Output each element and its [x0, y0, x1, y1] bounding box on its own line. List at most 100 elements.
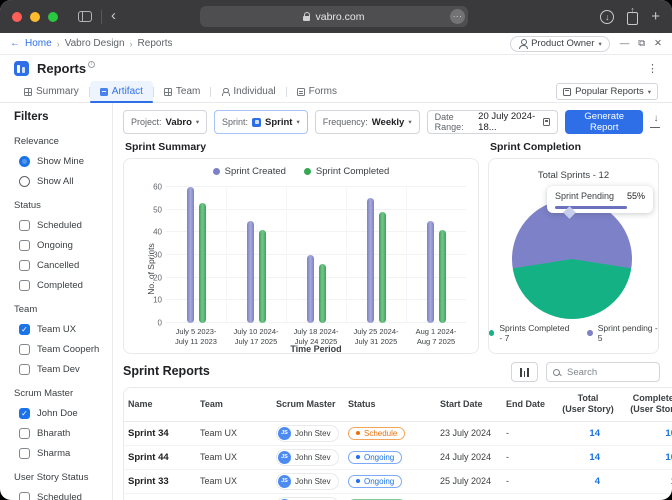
report-controls: Project: Vabro ▾ Sprint: Sprint ▾ Freque…: [123, 110, 660, 134]
tab-artifact[interactable]: Artifact: [90, 81, 153, 102]
checkbox-unchecked[interactable]: [19, 492, 30, 500]
checkbox-checked[interactable]: ✓: [19, 408, 30, 419]
bar-sprint-created[interactable]: [187, 187, 194, 323]
checkbox-unchecked[interactable]: [19, 428, 30, 439]
popular-reports-dropdown[interactable]: Popular Reports ▾: [556, 83, 658, 100]
filter-option-sharma[interactable]: Sharma: [14, 448, 106, 459]
pie-graphic[interactable]: [512, 199, 632, 319]
y-tick: 20: [153, 273, 162, 282]
restore-icon[interactable]: ⧉: [638, 38, 645, 49]
filter-option-show-mine[interactable]: Show Mine: [14, 156, 106, 167]
table-row[interactable]: Sprint 44Team UXJSJohn StevOngoing24 Jul…: [124, 445, 672, 469]
cell-total-user-story[interactable]: 38: [558, 493, 618, 500]
filter-option-label: John Doe: [37, 408, 78, 419]
legend-item: Sprint Created: [213, 166, 286, 177]
filter-option-ongoing[interactable]: Ongoing: [14, 240, 106, 251]
zoom-window-icon[interactable]: [48, 12, 58, 22]
checkbox-unchecked[interactable]: [19, 260, 30, 271]
checkbox-unchecked[interactable]: [19, 344, 30, 355]
radio-unchecked[interactable]: [19, 176, 30, 187]
filter-option-team-cooperh[interactable]: Team Cooperh: [14, 344, 106, 355]
scrum-master-chip[interactable]: JSJohn Stev: [276, 449, 339, 466]
downloads-icon[interactable]: ↓: [600, 10, 614, 24]
search-box[interactable]: [546, 362, 660, 382]
filter-option-bharath[interactable]: Bharath: [14, 428, 106, 439]
back-arrow-icon[interactable]: ←: [10, 38, 20, 49]
new-tab-icon[interactable]: +: [651, 9, 660, 24]
breadcrumb-home[interactable]: Home: [25, 38, 52, 49]
checkbox-unchecked[interactable]: [19, 240, 30, 251]
cell-completed-user-story[interactable]: 10: [618, 445, 672, 469]
bar-sprint-completed[interactable]: [259, 230, 266, 323]
bar-sprint-created[interactable]: [307, 255, 314, 323]
table-row[interactable]: Sprint 34Team UXJSJohn StevSchedule23 Ju…: [124, 421, 672, 445]
frequency-dropdown[interactable]: Frequency: Weekly ▾: [315, 110, 420, 134]
sprint-dropdown[interactable]: Sprint: Sprint ▾: [214, 110, 308, 134]
bar-sprint-completed[interactable]: [199, 203, 206, 323]
bar-sprint-completed[interactable]: [439, 230, 446, 323]
scrum-master-chip[interactable]: JSJohn Stev: [276, 497, 339, 500]
filter-option-scheduled[interactable]: Scheduled: [14, 492, 106, 500]
filter-option-show-all[interactable]: Show All: [14, 176, 106, 187]
filter-option-john-doe[interactable]: ✓ John Doe: [14, 408, 106, 419]
columns-settings-icon[interactable]: [511, 362, 538, 382]
bar-sprint-completed[interactable]: [319, 264, 326, 323]
tab-team[interactable]: Team: [154, 81, 210, 102]
close-window-icon[interactable]: [12, 12, 22, 22]
date-range-picker[interactable]: Date Range: 20 July 2024- 18...: [427, 110, 558, 134]
minimize-window-icon[interactable]: [30, 12, 40, 22]
cell-completed-user-story[interactable]: 30: [618, 493, 672, 500]
filter-option-completed[interactable]: Completed: [14, 280, 106, 291]
cell-total-user-story[interactable]: 14: [558, 445, 618, 469]
info-icon[interactable]: i: [88, 61, 95, 68]
reader-options-icon[interactable]: ···: [450, 9, 465, 24]
table-row[interactable]: Sprint 33Team UXJSJohn StevOngoing25 Jul…: [124, 469, 672, 493]
tab-forms[interactable]: Forms: [287, 81, 347, 102]
cell-total-user-story[interactable]: 4: [558, 469, 618, 493]
bar-sprint-created[interactable]: [247, 221, 254, 323]
tab-individual[interactable]: Individual: [211, 81, 285, 102]
cell-completed-user-story[interactable]: 10: [618, 421, 672, 445]
cell-team: Team UX: [196, 421, 272, 445]
chevron-down-icon: ▾: [296, 118, 299, 126]
column-header: Team: [196, 388, 272, 421]
generate-report-button[interactable]: Generate Report: [565, 110, 643, 134]
sidebar-toggle-icon[interactable]: [78, 11, 92, 22]
checkbox-checked[interactable]: ✓: [19, 324, 30, 335]
checkbox-unchecked[interactable]: [19, 364, 30, 375]
filter-option-cancelled[interactable]: Cancelled: [14, 260, 106, 271]
url-bar[interactable]: vabro.com ···: [200, 6, 468, 27]
bar-sprint-created[interactable]: [367, 198, 374, 323]
scrum-master-chip[interactable]: JSJohn Stev: [276, 473, 339, 490]
filter-option-scheduled[interactable]: Scheduled: [14, 220, 106, 231]
checkbox-unchecked[interactable]: [19, 448, 30, 459]
column-header: Total (User Story): [558, 388, 618, 421]
cell-total-user-story[interactable]: 14: [558, 421, 618, 445]
download-report-icon[interactable]: [650, 117, 660, 128]
share-icon[interactable]: [627, 12, 638, 25]
calendar-icon: [563, 88, 571, 96]
url-text: vabro.com: [315, 11, 364, 23]
bar-sprint-created[interactable]: [427, 221, 434, 323]
legend-dot: [489, 330, 494, 336]
breadcrumb-vabro-design[interactable]: Vabro Design: [65, 38, 125, 49]
scrum-master-chip[interactable]: JSJohn Stev: [276, 425, 339, 442]
project-dropdown[interactable]: Project: Vabro ▾: [123, 110, 207, 134]
radio-checked[interactable]: [19, 156, 30, 167]
back-icon[interactable]: ‹: [111, 8, 116, 23]
role-selector[interactable]: Product Owner ▾: [510, 36, 610, 52]
checkbox-unchecked[interactable]: [19, 220, 30, 231]
checkbox-unchecked[interactable]: [19, 280, 30, 291]
chevron-down-icon: ▾: [408, 118, 411, 126]
search-input[interactable]: [565, 366, 645, 379]
tab-summary[interactable]: Summary: [14, 81, 89, 102]
more-menu-icon[interactable]: ⋮: [647, 62, 658, 75]
close-icon[interactable]: ✕: [654, 38, 662, 49]
filter-option-team-dev[interactable]: Team Dev: [14, 364, 106, 375]
minimize-icon[interactable]: —: [620, 38, 630, 49]
table-row[interactable]: Sprint 22Team UXJSJohn StevComplete26 Ju…: [124, 493, 672, 500]
avatar: JS: [278, 451, 291, 464]
filter-option-team-ux[interactable]: ✓Team UX: [14, 324, 106, 335]
cell-completed-user-story[interactable]: 1: [618, 469, 672, 493]
bar-sprint-completed[interactable]: [379, 212, 386, 323]
